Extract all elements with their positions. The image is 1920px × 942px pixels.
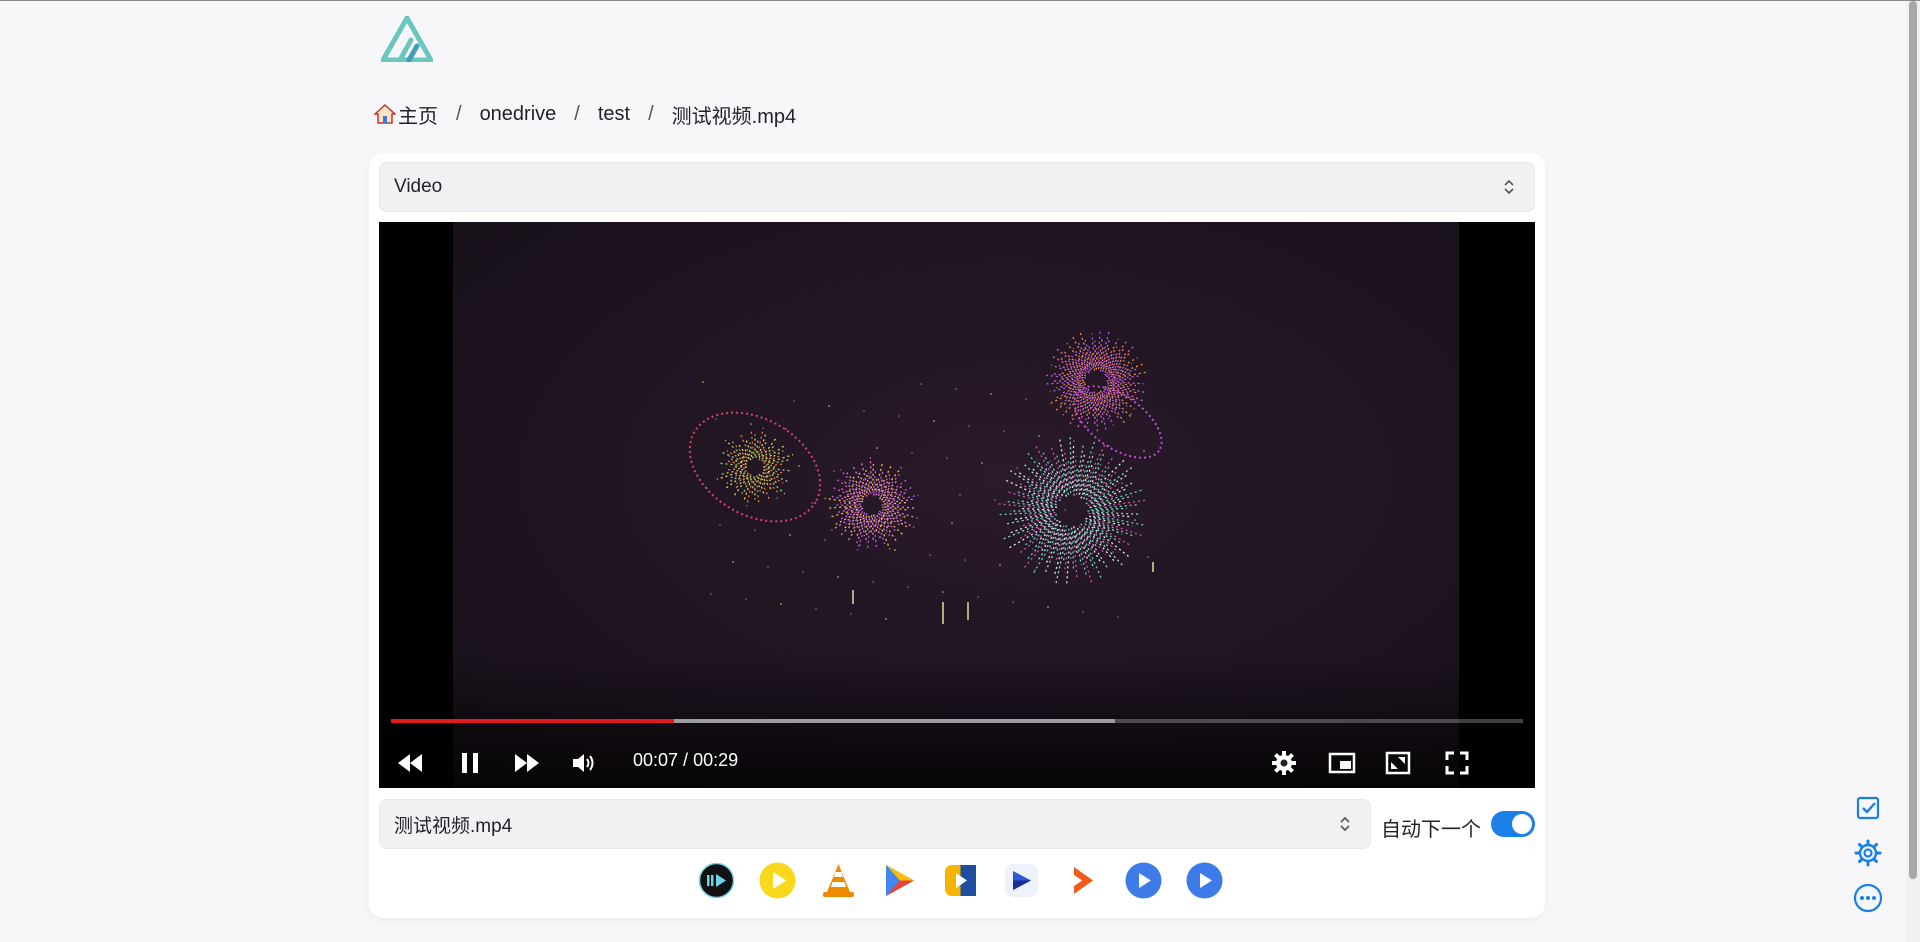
breadcrumb: 主页 / onedrive / test / 测试视频.mp4 bbox=[374, 100, 796, 129]
web-fullscreen-icon bbox=[1385, 751, 1411, 775]
video-player[interactable]: 00:07 / 00:29 bbox=[379, 222, 1535, 788]
pause-button[interactable] bbox=[453, 746, 487, 780]
breadcrumb-item-test[interactable]: test bbox=[598, 103, 630, 126]
volume-icon bbox=[573, 754, 594, 772]
mx-player-icon[interactable] bbox=[1125, 862, 1162, 899]
file-select-value: 测试视频.mp4 bbox=[394, 815, 513, 837]
breadcrumb-separator: / bbox=[648, 102, 654, 125]
volume-button[interactable] bbox=[567, 746, 601, 780]
pause-icon bbox=[462, 753, 478, 773]
fast-forward-button[interactable] bbox=[510, 746, 544, 780]
more-button[interactable] bbox=[1853, 883, 1883, 913]
breadcrumb-separator: / bbox=[456, 102, 462, 125]
chevron-updown-icon bbox=[1340, 816, 1350, 832]
autonext-toggle[interactable] bbox=[1491, 811, 1535, 837]
more-icon bbox=[1853, 883, 1883, 913]
potplayer-icon[interactable] bbox=[759, 862, 796, 899]
fast-forward-icon bbox=[515, 754, 539, 772]
home-icon bbox=[374, 103, 396, 124]
toggle-knob bbox=[1512, 814, 1532, 834]
nplayer-icon[interactable] bbox=[881, 862, 918, 899]
figplayer-icon[interactable] bbox=[1003, 862, 1040, 899]
controls-gradient bbox=[379, 658, 1535, 788]
preview-type-select[interactable]: Video bbox=[379, 162, 1535, 212]
vlc-icon[interactable] bbox=[820, 862, 857, 899]
iina-icon[interactable] bbox=[698, 862, 735, 899]
select-mode-button[interactable] bbox=[1853, 793, 1883, 823]
rewind-button[interactable] bbox=[393, 746, 427, 780]
progress-played bbox=[391, 719, 674, 723]
checkbox-icon bbox=[1856, 796, 1880, 820]
time-display: 00:07 / 00:29 bbox=[633, 750, 738, 771]
breadcrumb-home-label: 主页 bbox=[398, 105, 438, 128]
breadcrumb-home[interactable]: 主页 bbox=[374, 100, 438, 129]
scrollbar-thumb[interactable] bbox=[1909, 1, 1917, 879]
external-player-list bbox=[698, 862, 1223, 899]
preview-type-value: Video bbox=[394, 176, 443, 197]
mx-player-pro-icon[interactable] bbox=[1186, 862, 1223, 899]
current-time: 00:07 bbox=[633, 750, 679, 770]
file-select[interactable]: 测试视频.mp4 bbox=[379, 799, 1371, 849]
progress-bar[interactable] bbox=[391, 719, 1523, 723]
gear-icon bbox=[1854, 839, 1882, 867]
time-separator: / bbox=[678, 750, 694, 770]
fullscreen-button[interactable] bbox=[1440, 746, 1474, 780]
breadcrumb-separator: / bbox=[574, 102, 580, 125]
app-logo[interactable] bbox=[380, 15, 434, 63]
fullscreen-icon bbox=[1445, 751, 1469, 775]
omniplayer-icon[interactable] bbox=[942, 862, 979, 899]
settings-fab[interactable] bbox=[1853, 838, 1883, 868]
page-scrollbar[interactable] bbox=[1906, 1, 1920, 942]
settings-button[interactable] bbox=[1267, 746, 1301, 780]
gear-icon bbox=[1272, 751, 1296, 775]
picture-in-picture-icon bbox=[1328, 752, 1356, 774]
web-fullscreen-button[interactable] bbox=[1381, 746, 1415, 780]
chevron-updown-icon bbox=[1504, 179, 1514, 195]
duration: 00:29 bbox=[693, 750, 739, 770]
breadcrumb-item-onedrive[interactable]: onedrive bbox=[480, 103, 557, 126]
autonext-label: 自动下一个 bbox=[1381, 819, 1481, 841]
rewind-icon bbox=[398, 754, 422, 772]
breadcrumb-item-file[interactable]: 测试视频.mp4 bbox=[672, 100, 796, 129]
infuse-icon[interactable] bbox=[1064, 862, 1101, 899]
picture-in-picture-button[interactable] bbox=[1325, 746, 1359, 780]
